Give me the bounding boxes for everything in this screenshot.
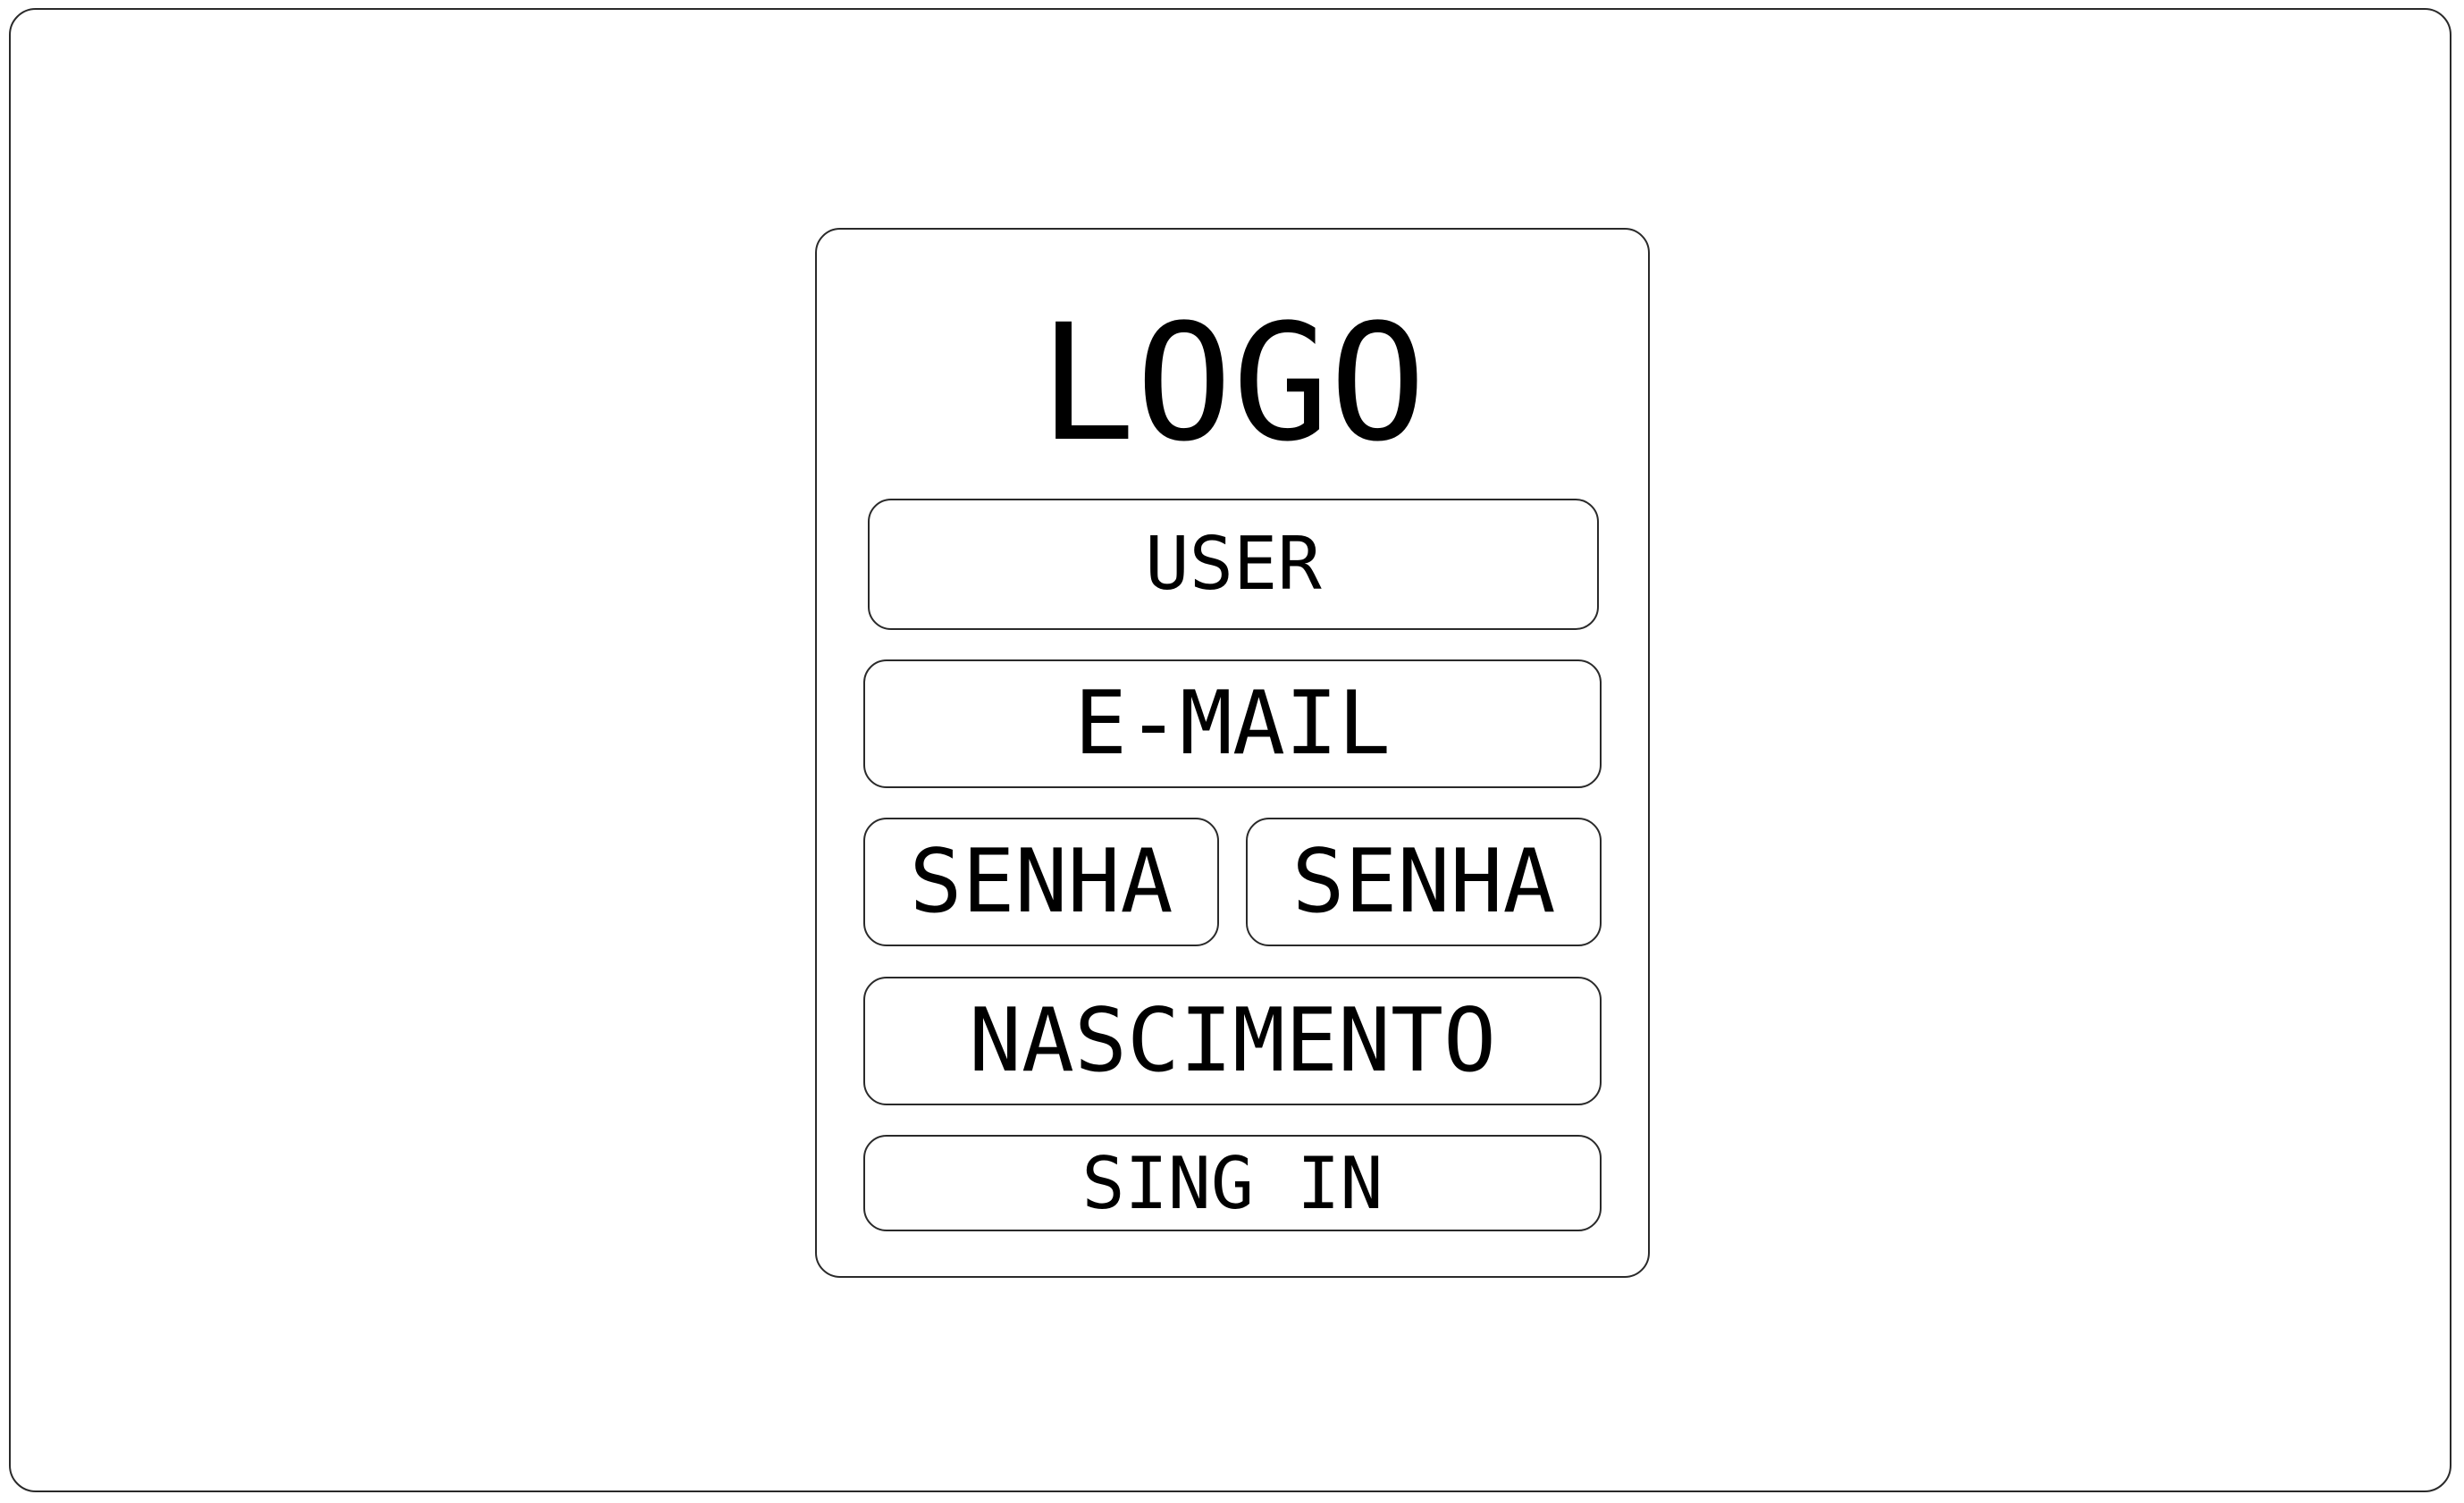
sign-in-button[interactable]: SING IN	[863, 1135, 1602, 1231]
password-field[interactable]: SENHA	[863, 818, 1219, 946]
password-confirm-field-placeholder: SENHA	[1291, 831, 1556, 933]
birthdate-field[interactable]: NASCIMENTO	[863, 977, 1602, 1105]
password-confirm-field[interactable]: SENHA	[1246, 818, 1602, 946]
sign-in-button-label: SING IN	[1081, 1141, 1383, 1225]
user-field[interactable]: USER	[868, 499, 1599, 630]
email-field[interactable]: E-MAIL	[863, 659, 1602, 788]
email-field-placeholder: E-MAIL	[1073, 673, 1391, 775]
logo: LOGO	[1039, 290, 1426, 477]
birthdate-field-placeholder: NASCIMENTO	[968, 990, 1496, 1092]
password-field-placeholder: SENHA	[909, 831, 1173, 933]
user-field-placeholder: USER	[1145, 522, 1322, 607]
